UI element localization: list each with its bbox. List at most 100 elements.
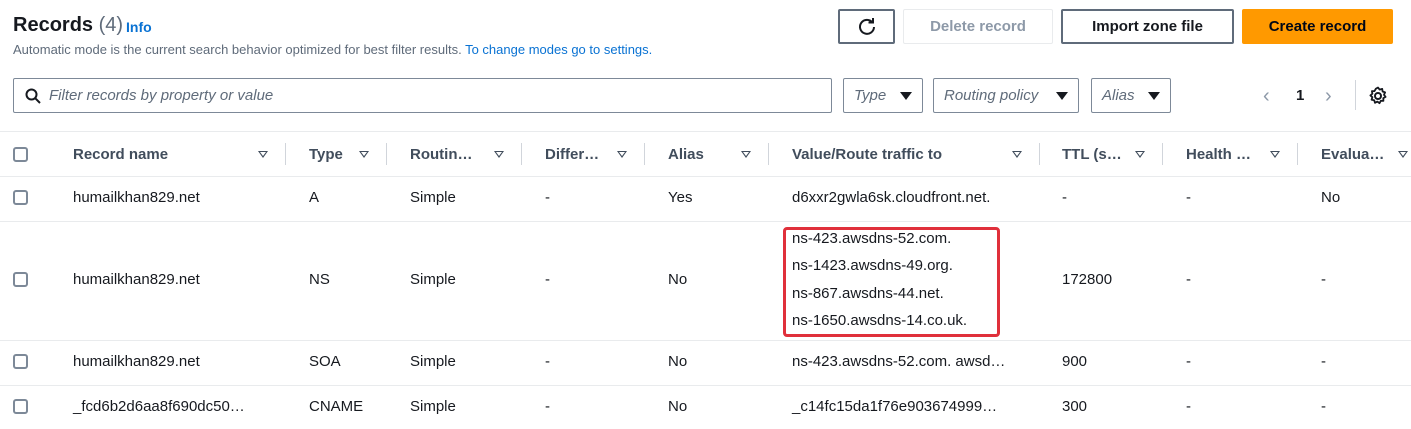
row-checkbox[interactable] bbox=[13, 190, 28, 205]
column-header-routing[interactable]: Routin… bbox=[410, 146, 472, 163]
evaluate-cell: - bbox=[1321, 353, 1326, 370]
column-header-value[interactable]: Value/Route traffic to bbox=[792, 146, 942, 163]
table-top-border bbox=[0, 131, 1411, 132]
column-header-name[interactable]: Record name bbox=[73, 146, 168, 163]
type-cell: NS bbox=[309, 271, 330, 288]
column-divider bbox=[285, 143, 286, 165]
column-header-alias[interactable]: Alias bbox=[668, 146, 704, 163]
column-header-differ[interactable]: Differ… bbox=[545, 146, 599, 163]
description-text: Automatic mode is the current search beh… bbox=[13, 42, 462, 57]
sort-icon[interactable] bbox=[617, 151, 627, 158]
sort-icon[interactable] bbox=[359, 151, 369, 158]
caret-down-icon bbox=[900, 92, 912, 100]
routing-policy-filter-dropdown[interactable]: Routing policy bbox=[933, 78, 1079, 113]
ttl-cell: 172800 bbox=[1062, 271, 1113, 288]
type-filter-label: Type bbox=[854, 87, 887, 104]
evaluate-cell: - bbox=[1321, 271, 1326, 288]
search-icon bbox=[25, 88, 41, 104]
row-divider bbox=[0, 221, 1411, 222]
current-page-number[interactable]: 1 bbox=[1296, 87, 1304, 104]
alias-cell: No bbox=[668, 271, 688, 288]
caret-down-icon bbox=[1148, 92, 1160, 100]
name-cell[interactable]: humailkhan829.net bbox=[73, 353, 200, 370]
type-cell: SOA bbox=[309, 353, 341, 370]
pagination-divider bbox=[1355, 80, 1356, 110]
health-cell: - bbox=[1186, 189, 1191, 206]
column-header-ttl[interactable]: TTL (s… bbox=[1062, 146, 1122, 163]
row-checkbox[interactable] bbox=[13, 272, 28, 287]
search-mode-description: Automatic mode is the current search beh… bbox=[13, 42, 652, 57]
ttl-cell: - bbox=[1062, 189, 1067, 206]
alias-filter-label: Alias bbox=[1102, 87, 1135, 104]
routing-cell: Simple bbox=[410, 353, 456, 370]
sort-icon[interactable] bbox=[741, 151, 751, 158]
search-input[interactable] bbox=[49, 87, 809, 104]
name-cell[interactable]: _fcd6b2d6aa8f690dc50… bbox=[73, 398, 245, 415]
alias-filter-dropdown[interactable]: Alias bbox=[1091, 78, 1171, 113]
routing-filter-label: Routing policy bbox=[944, 87, 1039, 104]
column-divider bbox=[1162, 143, 1163, 165]
type-filter-dropdown[interactable]: Type bbox=[843, 78, 923, 113]
name-cell[interactable]: humailkhan829.net bbox=[73, 189, 200, 206]
routing-cell: Simple bbox=[410, 189, 456, 206]
column-divider bbox=[1297, 143, 1298, 165]
page-title: Records (4) bbox=[13, 14, 123, 37]
column-header-evaluate[interactable]: Evalua… bbox=[1321, 146, 1384, 163]
gear-icon[interactable] bbox=[1368, 86, 1388, 106]
type-cell: A bbox=[309, 189, 320, 206]
ns-values-highlight-box bbox=[783, 227, 1000, 337]
differ-cell: - bbox=[545, 271, 550, 288]
differ-cell: - bbox=[545, 353, 550, 370]
value-cell: ns-423.awsdns-52.com. awsd… bbox=[792, 353, 1006, 370]
sort-icon[interactable] bbox=[1135, 151, 1145, 158]
sort-icon[interactable] bbox=[1270, 151, 1280, 158]
refresh-icon bbox=[858, 17, 875, 35]
sort-icon[interactable] bbox=[258, 151, 268, 158]
column-header-type[interactable]: Type bbox=[309, 146, 343, 163]
row-divider bbox=[0, 385, 1411, 386]
column-divider bbox=[386, 143, 387, 165]
health-cell: - bbox=[1186, 271, 1191, 288]
health-cell: - bbox=[1186, 398, 1191, 415]
routing-cell: Simple bbox=[410, 271, 456, 288]
next-page-icon[interactable]: › bbox=[1325, 85, 1332, 108]
evaluate-cell: - bbox=[1321, 398, 1326, 415]
name-cell[interactable]: humailkhan829.net bbox=[73, 271, 200, 288]
refresh-button[interactable] bbox=[838, 9, 895, 44]
select-all-checkbox[interactable] bbox=[13, 147, 28, 162]
previous-page-icon[interactable]: ‹ bbox=[1263, 85, 1270, 108]
row-checkbox[interactable] bbox=[13, 399, 28, 414]
column-divider bbox=[644, 143, 645, 165]
ttl-cell: 900 bbox=[1062, 353, 1088, 370]
sort-icon[interactable] bbox=[494, 151, 504, 158]
caret-down-icon bbox=[1056, 92, 1068, 100]
column-divider bbox=[1039, 143, 1040, 165]
sort-icon[interactable] bbox=[1398, 151, 1408, 158]
column-header-health[interactable]: Health … bbox=[1186, 146, 1251, 163]
type-cell: CNAME bbox=[309, 398, 364, 415]
routing-cell: Simple bbox=[410, 398, 456, 415]
row-checkbox[interactable] bbox=[13, 354, 28, 369]
value-cell: _c14fc15da1f76e903674999… bbox=[792, 398, 998, 415]
column-divider bbox=[768, 143, 769, 165]
info-link[interactable]: Info bbox=[126, 19, 152, 35]
alias-cell: No bbox=[668, 353, 688, 370]
row-divider bbox=[0, 340, 1411, 341]
page-title-text: Records bbox=[13, 14, 94, 36]
differ-cell: - bbox=[545, 398, 550, 415]
search-box[interactable] bbox=[13, 78, 832, 113]
value-cell: d6xxr2gwla6sk.cloudfront.net. bbox=[792, 189, 991, 206]
ttl-cell: 300 bbox=[1062, 398, 1088, 415]
column-divider bbox=[521, 143, 522, 165]
import-zone-file-button[interactable]: Import zone file bbox=[1061, 9, 1234, 44]
alias-cell: Yes bbox=[668, 189, 693, 206]
record-count: (4) bbox=[98, 14, 124, 36]
row-divider bbox=[0, 176, 1411, 177]
health-cell: - bbox=[1186, 353, 1191, 370]
alias-cell: No bbox=[668, 398, 688, 415]
create-record-button[interactable]: Create record bbox=[1242, 9, 1393, 44]
settings-link[interactable]: To change modes go to settings. bbox=[465, 42, 652, 57]
evaluate-cell: No bbox=[1321, 189, 1341, 206]
delete-record-button[interactable]: Delete record bbox=[903, 9, 1053, 44]
sort-icon[interactable] bbox=[1012, 151, 1022, 158]
